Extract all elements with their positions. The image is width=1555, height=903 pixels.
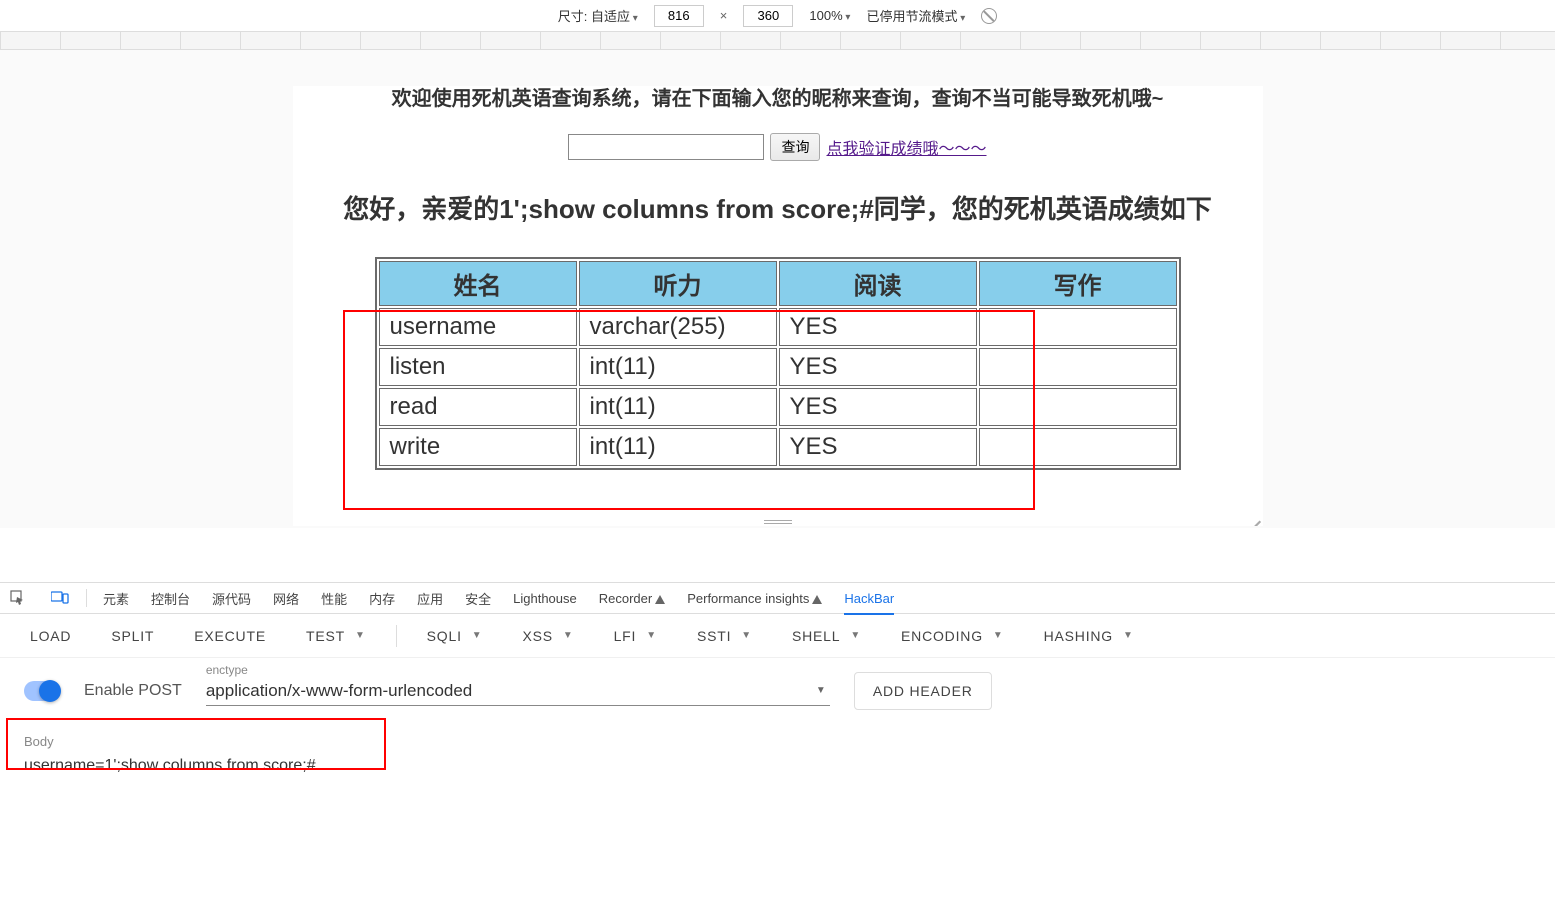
col-name: 姓名 bbox=[379, 261, 577, 306]
tab-lighthouse[interactable]: Lighthouse bbox=[513, 583, 577, 614]
encoding-menu[interactable]: ENCODING▼ bbox=[901, 628, 1004, 644]
viewport-area: 欢迎使用死机英语查询系统，请在下面输入您的昵称来查询，查询不当可能导致死机哦~ … bbox=[0, 50, 1555, 528]
enctype-field[interactable]: enctype application/x-www-form-urlencode… bbox=[206, 677, 830, 706]
split-button[interactable]: SPLIT bbox=[111, 628, 154, 644]
col-listen: 听力 bbox=[579, 261, 777, 306]
body-input[interactable] bbox=[24, 753, 1531, 779]
inspect-icon[interactable] bbox=[8, 588, 28, 608]
tab-内存[interactable]: 内存 bbox=[369, 581, 395, 616]
table-row: readint(11)YES bbox=[379, 388, 1177, 426]
tab-网络[interactable]: 网络 bbox=[273, 581, 299, 616]
test-menu[interactable]: TEST▼ bbox=[306, 628, 366, 644]
throttling-dropdown[interactable]: 已停用节流模式 bbox=[866, 6, 965, 25]
table-cell: YES bbox=[779, 388, 977, 426]
table-cell bbox=[979, 388, 1177, 426]
viewport-width-input[interactable] bbox=[654, 5, 704, 27]
tab-源代码[interactable]: 源代码 bbox=[212, 581, 251, 616]
table-cell: write bbox=[379, 428, 577, 466]
dimension-multiply: × bbox=[720, 8, 728, 23]
viewport-height-input[interactable] bbox=[743, 5, 793, 27]
tab-性能[interactable]: 性能 bbox=[321, 581, 347, 616]
search-input[interactable] bbox=[568, 134, 764, 160]
table-cell: YES bbox=[779, 308, 977, 346]
col-write: 写作 bbox=[979, 261, 1177, 306]
execute-button[interactable]: EXECUTE bbox=[194, 628, 266, 644]
tab-recorder[interactable]: Recorder bbox=[599, 583, 665, 614]
table-row: writeint(11)YES bbox=[379, 428, 1177, 466]
hackbar-form: Enable POST enctype application/x-www-fo… bbox=[0, 658, 1555, 724]
responsive-size-dropdown[interactable]: 尺寸: 自适应 bbox=[558, 6, 638, 25]
table-header-row: 姓名 听力 阅读 写作 bbox=[379, 261, 1177, 306]
table-cell bbox=[979, 308, 1177, 346]
page-frame: 欢迎使用死机英语查询系统，请在下面输入您的昵称来查询，查询不当可能导致死机哦~ … bbox=[293, 86, 1263, 526]
xss-menu[interactable]: XSS▼ bbox=[522, 628, 573, 644]
beaker-icon bbox=[655, 595, 665, 604]
table-cell: int(11) bbox=[579, 428, 777, 466]
resize-handle-icon[interactable] bbox=[1245, 508, 1261, 524]
ssti-menu[interactable]: SSTI▼ bbox=[697, 628, 752, 644]
table-cell bbox=[979, 428, 1177, 466]
table-cell: read bbox=[379, 388, 577, 426]
table-cell bbox=[979, 348, 1177, 386]
ruler bbox=[0, 32, 1555, 50]
search-form: 查询 点我验证成绩哦～～～ bbox=[313, 133, 1243, 161]
table-cell: username bbox=[379, 308, 577, 346]
table-row: listenint(11)YES bbox=[379, 348, 1177, 386]
enctype-value[interactable]: application/x-www-form-urlencoded bbox=[206, 677, 830, 706]
device-toolbar: 尺寸: 自适应 × 100% 已停用节流模式 bbox=[0, 0, 1555, 32]
tab-应用[interactable]: 应用 bbox=[417, 581, 443, 616]
tab-hackbar[interactable]: HackBar bbox=[844, 583, 894, 614]
tab-performance-insights[interactable]: Performance insights bbox=[687, 583, 822, 614]
body-section: Body bbox=[0, 724, 1555, 789]
verify-link[interactable]: 点我验证成绩哦～～～ bbox=[826, 135, 986, 159]
tab-控制台[interactable]: 控制台 bbox=[151, 581, 190, 616]
greeting-heading: 您好，亲爱的1';show columns from score;#同学，您的死… bbox=[313, 191, 1243, 229]
score-table: 姓名 听力 阅读 写作 usernamevarchar(255)YESliste… bbox=[375, 257, 1181, 470]
beaker-icon bbox=[812, 595, 822, 604]
body-label: Body bbox=[24, 734, 1531, 749]
divider bbox=[86, 589, 87, 607]
tab-安全[interactable]: 安全 bbox=[465, 581, 491, 616]
col-read: 阅读 bbox=[779, 261, 977, 306]
chevron-down-icon: ▼ bbox=[816, 685, 826, 696]
spacer bbox=[0, 528, 1555, 582]
rotate-icon[interactable] bbox=[981, 8, 997, 24]
table-cell: int(11) bbox=[579, 388, 777, 426]
table-cell: int(11) bbox=[579, 348, 777, 386]
page-banner: 欢迎使用死机英语查询系统，请在下面输入您的昵称来查询，查询不当可能导致死机哦~ bbox=[313, 86, 1243, 111]
hackbar-toolbar: LOAD SPLIT EXECUTE TEST▼ SQLI▼ XSS▼ LFI▼… bbox=[0, 614, 1555, 658]
enable-post-toggle[interactable] bbox=[24, 681, 60, 701]
table-row: usernamevarchar(255)YES bbox=[379, 308, 1177, 346]
shell-menu[interactable]: SHELL▼ bbox=[792, 628, 861, 644]
sqli-menu[interactable]: SQLI▼ bbox=[427, 628, 483, 644]
tab-元素[interactable]: 元素 bbox=[103, 581, 129, 616]
divider bbox=[396, 625, 397, 647]
table-cell: varchar(255) bbox=[579, 308, 777, 346]
drag-grip-icon[interactable] bbox=[764, 520, 792, 524]
enctype-label: enctype bbox=[206, 663, 248, 677]
query-button[interactable]: 查询 bbox=[770, 133, 820, 161]
table-cell: YES bbox=[779, 428, 977, 466]
device-toggle-icon[interactable] bbox=[50, 588, 70, 608]
load-button[interactable]: LOAD bbox=[30, 628, 71, 644]
table-cell: YES bbox=[779, 348, 977, 386]
zoom-dropdown[interactable]: 100% bbox=[809, 8, 850, 23]
devtools-tabbar: 元素控制台源代码网络性能内存应用安全 Lighthouse Recorder Perf… bbox=[0, 582, 1555, 614]
hashing-menu[interactable]: HASHING▼ bbox=[1044, 628, 1134, 644]
table-cell: listen bbox=[379, 348, 577, 386]
add-header-button[interactable]: ADD HEADER bbox=[854, 672, 992, 710]
lfi-menu[interactable]: LFI▼ bbox=[614, 628, 657, 644]
enable-post-label: Enable POST bbox=[84, 682, 182, 700]
